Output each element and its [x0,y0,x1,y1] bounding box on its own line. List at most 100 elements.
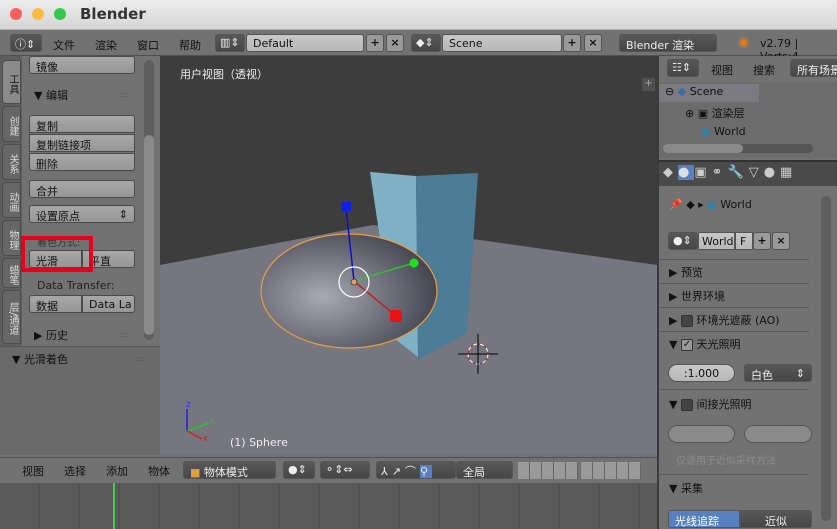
drag-grip-icon[interactable]: :::: [120,90,128,99]
outliner-menu-search[interactable]: 搜索 [753,62,775,78]
axis-y-label: Y [209,418,215,426]
editor-type-info-icon[interactable]: ⓘ⇕ [10,34,42,52]
menu-render[interactable]: 渲染 [95,37,117,53]
add-scene-button[interactable]: + [563,34,581,52]
menu-object[interactable]: 物体 [148,463,170,479]
tab-create[interactable]: 创建 [2,106,21,142]
duplicate-button[interactable]: 复制 [29,115,135,133]
remove-scene-button[interactable]: × [584,34,602,52]
env-energy-field[interactable]: :1.000 [668,364,735,382]
env-color-select[interactable]: 白色 ⇕ [744,364,812,382]
current-frame-indicator[interactable] [113,483,115,529]
pivot-point-icon[interactable]: ⚬⇕⇔ [320,461,370,479]
indirect-panel-header[interactable]: ▼ 间接光照明 [669,396,751,412]
approximate-button[interactable]: 近似 [740,510,812,528]
world-env-panel-header[interactable]: ▶ 世界环境 [669,288,725,304]
smooth-shade-title: 光滑着色 [23,353,68,366]
tab-layers[interactable]: 层/通道 [2,290,21,344]
ao-panel-header[interactable]: ▶ 环境光遮蔽 (AO) [669,312,780,328]
add-layout-button[interactable]: + [366,34,384,52]
indirect-title: 间接光照明 [696,398,752,411]
drag-grip-icon[interactable]: :::: [120,330,128,339]
set-origin-select[interactable]: 设置原点 ⇕ [29,205,135,223]
fake-user-button[interactable]: F [735,232,753,250]
properties-context-tabs[interactable]: ◆●▣⚭🔧▽●▦ [659,160,837,186]
transform-orientation-select[interactable]: 全局 [456,461,513,479]
x-handle-icon[interactable] [390,310,402,322]
indirect-factor-field[interactable]: 1.00 [668,425,735,443]
mode-select[interactable]: ■ 物体模式 [183,461,276,479]
gather-title: 采集 [680,482,703,495]
join-button[interactable]: 合并 [29,180,135,198]
menu-file[interactable]: 文件 [53,37,75,53]
data-layout-button[interactable]: Data La [82,295,135,313]
minimize-window-button[interactable] [32,8,44,20]
smooth-shade-header[interactable]: ▼ 光滑着色 [12,351,68,367]
data-transfer-label: Data Transfer: [37,279,115,292]
outliner-tree: ⊖ ◆ Scene ⊕ ▣ 渲染层 ● World [659,82,837,158]
outliner-editor-icon[interactable]: ☷⇕ [667,59,699,77]
shading-mode-icon[interactable]: ●⇕ [283,461,315,479]
mode-label: 物体模式 [203,466,248,479]
new-world-button[interactable]: + [753,232,771,250]
layer-buttons-2[interactable] [581,462,641,479]
outliner-item-render-layers[interactable]: ⊕ ▣ 渲染层 [685,105,745,121]
3d-viewport[interactable]: Z Y X 用户视图（透视） (1) Sphere + [160,56,657,455]
tab-animation[interactable]: 动画 [2,182,21,218]
data-transfer-button[interactable]: 数据 [29,295,82,313]
render-engine-select[interactable]: Blender 渲染 [619,34,717,52]
menu-window[interactable]: 窗口 [137,37,159,53]
menu-help[interactable]: 帮助 [179,37,201,53]
layer-buttons-1[interactable] [518,462,578,479]
tab-tools[interactable]: 工具 [2,60,21,104]
scene-field[interactable]: Scene [442,34,562,52]
menu-view[interactable]: 视图 [22,463,44,479]
layout-icon[interactable]: ▥⇕ [215,34,245,52]
preview-panel-header[interactable]: ▶ 预览 [669,264,703,280]
outliner-item-scene[interactable]: ⊖ ◆ Scene [665,85,723,98]
outliner-menu-view[interactable]: 视图 [711,62,733,78]
properties-toggle-icon[interactable]: + [642,78,655,91]
axis-z-label: Z [186,401,191,409]
mirror-button[interactable]: 镜像 [29,56,135,74]
raytrace-button[interactable]: 光线追踪 [668,510,740,528]
env-light-panel-header[interactable]: ▼ ✓ 天光照明 [669,336,740,352]
env-light-checkbox[interactable]: ✓ [680,339,693,351]
delete-button[interactable]: 删除 [29,153,135,171]
tool-shelf-scrollbar[interactable] [144,60,154,340]
zoom-window-button[interactable] [54,8,66,20]
indirect-checkbox[interactable] [680,399,693,411]
properties-scrollbar[interactable] [821,196,831,521]
unlink-world-button[interactable]: × [772,232,790,250]
close-window-button[interactable] [10,8,22,20]
outliner-item-world[interactable]: ● World [701,125,746,138]
gather-panel-header[interactable]: ▼ 采集 [669,480,703,496]
drag-grip-icon[interactable]: :::: [136,354,144,363]
tab-relations[interactable]: 关系 [2,144,21,180]
axis-x-label: X [203,435,208,443]
sphere-object[interactable] [260,233,438,349]
duplicate-linked-button[interactable]: 复制链接项 [29,134,135,152]
scene-icon[interactable]: ◆⇕ [411,34,441,52]
ao-checkbox[interactable] [680,315,693,327]
layout-field[interactable]: Default [246,34,364,52]
scene-label: Scene [689,85,724,98]
y-handle-icon[interactable] [409,258,419,268]
z-handle-icon[interactable] [341,202,351,211]
menu-add[interactable]: 添加 [106,463,128,479]
world-browse-icon[interactable]: ●⇕ [668,232,698,250]
outliner-hscrollbar[interactable] [663,144,813,153]
tab-physics[interactable]: 物理 [2,220,21,256]
remove-layout-button[interactable]: × [386,34,404,52]
outliner-filter-select[interactable]: 所有场景 [790,59,837,77]
scene-render: Z Y X [160,56,657,455]
tab-grease-pencil[interactable]: 蜡笔 [2,258,21,288]
menu-select[interactable]: 选择 [64,463,86,479]
history-panel-header[interactable]: ▶ 历史 [34,327,68,343]
highlight-box [21,236,93,272]
edit-panel-header[interactable]: ▼ 编辑 [34,87,68,103]
manipulator-icons[interactable]: ⅄↗⌒⚲ [376,461,456,479]
world-name-field[interactable]: World [698,232,735,250]
viewport-title: 用户视图（透视） [180,68,268,81]
bounces-field[interactable]: 反弹: 1 [744,425,812,443]
